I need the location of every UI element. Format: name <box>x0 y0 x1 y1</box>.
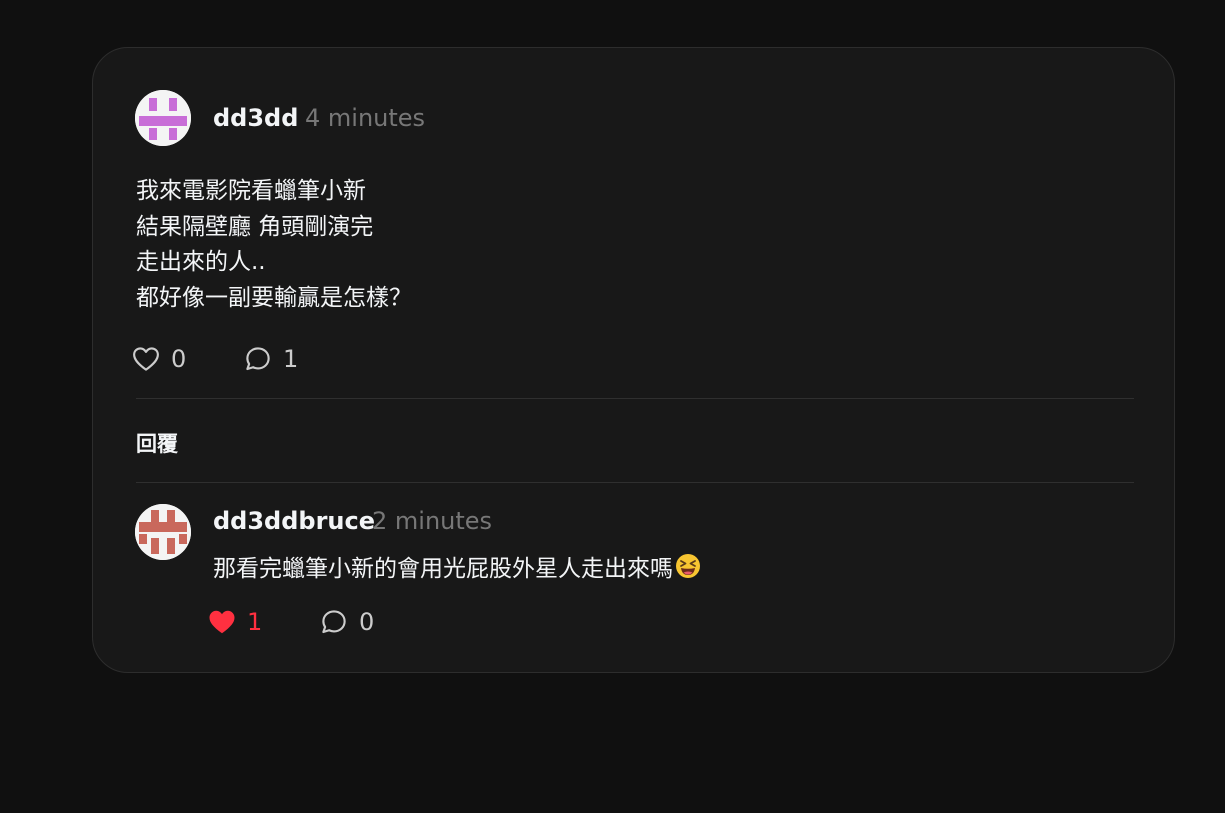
post-like-button[interactable]: 0 <box>131 344 186 374</box>
reply-timestamp[interactable]: 2 minutes <box>372 507 492 535</box>
reply-comment-count: 0 <box>359 608 375 636</box>
reply-comment-button[interactable]: 0 <box>319 607 374 637</box>
post-text-line: 結果隔壁廳 角頭剛演完 <box>136 213 374 240</box>
post-comment-button[interactable]: 1 <box>243 344 298 374</box>
reply-username[interactable]: dd3ddbruce <box>213 507 375 535</box>
identicon-avatar-icon <box>135 90 191 146</box>
reply-like-count: 1 <box>247 608 263 636</box>
thread-card: dd3dd 4 minutes 我來電影院看蠟筆小新 結果隔壁廳 角頭剛演完 走… <box>92 47 1175 673</box>
post-text: 我來電影院看蠟筆小新 結果隔壁廳 角頭剛演完 走出來的人.. 都好像一副要輸贏是… <box>136 174 1036 316</box>
divider <box>136 398 1134 399</box>
post-username[interactable]: dd3dd <box>213 104 298 132</box>
divider <box>136 482 1134 483</box>
post-comment-count: 1 <box>283 345 299 373</box>
comment-bubble-icon <box>246 347 270 371</box>
comment-bubble-icon <box>322 610 346 634</box>
avatar[interactable] <box>135 504 191 560</box>
reply-text-content: 那看完蠟筆小新的會用光屁股外星人走出來嗎 <box>213 556 673 582</box>
post-text-line: 走出來的人.. <box>136 249 266 275</box>
post-like-count: 0 <box>171 345 187 373</box>
grinning-squinting-face-icon <box>676 554 700 578</box>
heart-filled-icon <box>209 610 235 634</box>
reply-like-button[interactable]: 1 <box>207 607 262 637</box>
heart-icon <box>133 347 159 371</box>
post-timestamp[interactable]: 4 minutes <box>305 104 425 132</box>
post-text-line: 我來電影院看蠟筆小新 <box>136 178 366 204</box>
avatar[interactable] <box>135 90 191 146</box>
identicon-avatar-icon <box>135 504 191 560</box>
reply-text: 那看完蠟筆小新的會用光屁股外星人走出來嗎 <box>213 549 701 583</box>
replies-heading: 回覆 <box>136 432 178 456</box>
post-text-line: 都好像一副要輸贏是怎樣？ <box>136 284 412 311</box>
